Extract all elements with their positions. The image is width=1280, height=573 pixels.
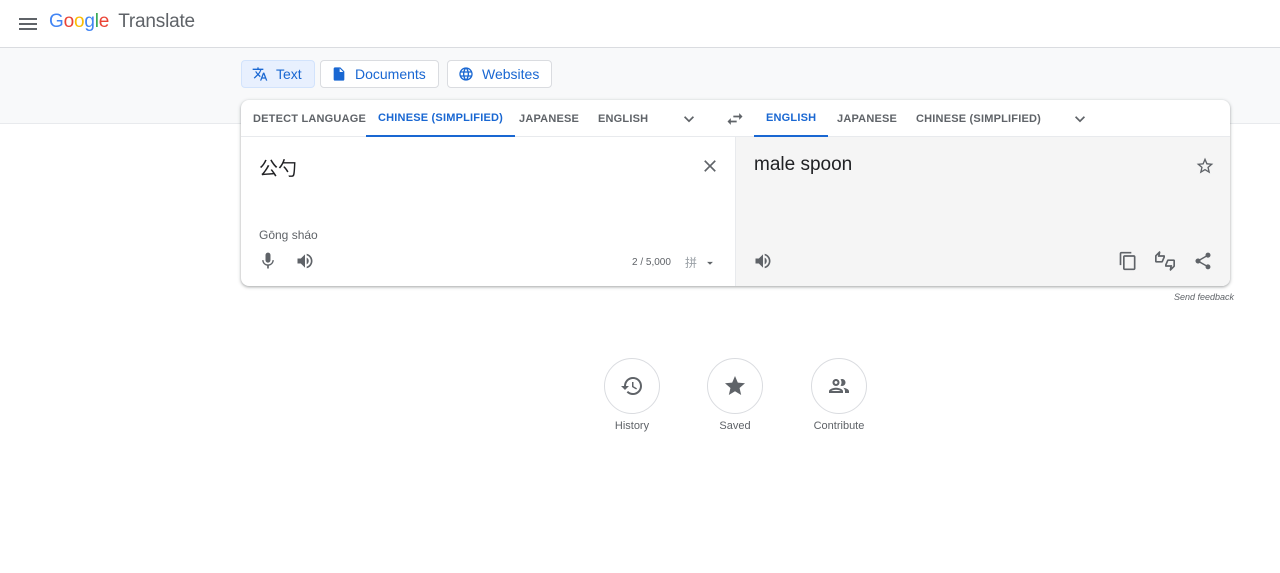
product-name: Translate bbox=[118, 11, 195, 32]
share-icon bbox=[1195, 252, 1211, 270]
source-text-input[interactable]: 公勺 bbox=[259, 154, 297, 181]
translation-card: DETECT LANGUAGE CHINESE (SIMPLIFIED) JAP… bbox=[241, 100, 1230, 286]
websites-mode-label: Websites bbox=[482, 66, 540, 82]
history-icon bbox=[621, 377, 642, 395]
history-label: History bbox=[614, 420, 650, 432]
copy-translation-button[interactable] bbox=[1116, 249, 1140, 273]
swap-languages-button[interactable] bbox=[723, 107, 747, 131]
history-button[interactable]: History bbox=[592, 358, 672, 432]
source-lang-chinese-simplified[interactable]: CHINESE (SIMPLIFIED) bbox=[366, 100, 516, 137]
source-lang-english[interactable]: ENGLISH bbox=[598, 100, 648, 137]
websites-mode-button[interactable]: Websites bbox=[447, 60, 553, 88]
input-tools-button[interactable]: 拼 bbox=[685, 254, 717, 271]
saved-circle bbox=[707, 358, 763, 414]
target-lang-english[interactable]: ENGLISH bbox=[754, 100, 829, 137]
document-icon bbox=[333, 67, 345, 81]
listen-source-button[interactable] bbox=[293, 249, 317, 273]
share-translation-button[interactable] bbox=[1191, 249, 1215, 273]
microphone-icon bbox=[262, 252, 274, 269]
google-translate-logo[interactable]: Google Translate bbox=[49, 11, 195, 33]
target-lang-japanese[interactable]: JAPANESE bbox=[837, 100, 897, 137]
star-outline-icon bbox=[1196, 157, 1214, 174]
close-icon bbox=[704, 160, 716, 172]
documents-mode-label: Documents bbox=[355, 66, 426, 82]
saved-button[interactable]: Saved bbox=[695, 358, 775, 432]
hamburger-menu-icon bbox=[19, 18, 37, 30]
target-pane: male spoon bbox=[735, 137, 1230, 286]
copy-icon bbox=[1119, 251, 1136, 271]
send-feedback-link[interactable]: Send feedback bbox=[1174, 292, 1234, 302]
contribute-circle bbox=[811, 358, 867, 414]
source-lang-detect[interactable]: DETECT LANGUAGE bbox=[253, 100, 366, 137]
history-circle bbox=[604, 358, 660, 414]
source-pane: 公勺 Gōng sháo 2 / 5,000 拼 bbox=[241, 137, 735, 286]
rate-translation-button[interactable] bbox=[1153, 249, 1177, 273]
swap-icon bbox=[727, 113, 743, 125]
main-menu-button[interactable] bbox=[16, 12, 40, 36]
language-bar: DETECT LANGUAGE CHINESE (SIMPLIFIED) JAP… bbox=[241, 100, 1230, 137]
romanization-text: Gōng sháo bbox=[259, 228, 318, 242]
chevron-down-icon bbox=[684, 116, 694, 123]
text-mode-button[interactable]: Text bbox=[241, 60, 315, 88]
thumbs-up-down-icon bbox=[1155, 251, 1175, 271]
star-icon bbox=[725, 376, 745, 395]
globe-icon bbox=[459, 67, 473, 81]
save-translation-button[interactable] bbox=[1193, 154, 1217, 178]
target-lang-chinese-simplified[interactable]: CHINESE (SIMPLIFIED) bbox=[916, 100, 1041, 137]
people-icon bbox=[829, 379, 849, 393]
logo-letter: g bbox=[84, 11, 95, 32]
listen-translation-button[interactable] bbox=[751, 249, 775, 273]
character-counter: 2 / 5,000 bbox=[632, 257, 671, 268]
voice-input-button[interactable] bbox=[256, 249, 280, 273]
target-lang-more-button[interactable] bbox=[1068, 107, 1092, 131]
google-wordmark: Google bbox=[49, 11, 114, 32]
speaker-icon bbox=[755, 253, 771, 269]
contribute-label: Contribute bbox=[813, 420, 865, 432]
text-mode-label: Text bbox=[276, 66, 302, 82]
logo-letter: e bbox=[98, 11, 110, 32]
documents-mode-button[interactable]: Documents bbox=[320, 60, 439, 88]
chevron-down-icon bbox=[1075, 116, 1085, 123]
logo-letter: o bbox=[73, 11, 85, 32]
contribute-button[interactable]: Contribute bbox=[799, 358, 879, 432]
dropdown-arrow-icon bbox=[707, 261, 713, 265]
source-lang-more-button[interactable] bbox=[677, 107, 701, 131]
pinyin-ime-icon: 拼 bbox=[685, 256, 698, 270]
app-header: Google Translate bbox=[0, 0, 1280, 48]
translate-icon bbox=[252, 67, 268, 81]
clear-source-button[interactable] bbox=[698, 154, 722, 178]
logo-letter: o bbox=[63, 11, 75, 32]
saved-label: Saved bbox=[719, 420, 751, 432]
translation-output: male spoon bbox=[754, 154, 853, 175]
logo-letter: G bbox=[49, 11, 64, 32]
source-lang-japanese[interactable]: JAPANESE bbox=[519, 100, 579, 137]
speaker-icon bbox=[297, 253, 313, 269]
